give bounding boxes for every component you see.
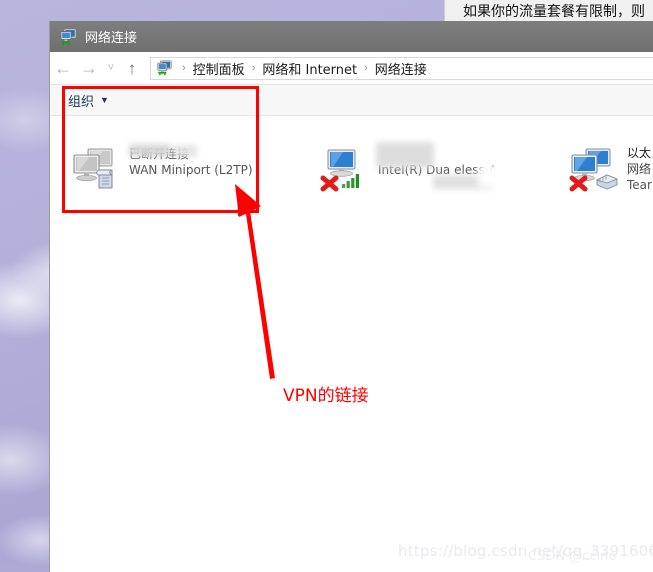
list-item[interactable]: 已断开连接 WAN Miniport (L2TP) <box>69 144 253 192</box>
background-window-strip[interactable]: 如果你的流量套餐有限制，则 <box>444 0 653 22</box>
connection-name: 以太 <box>627 146 652 160</box>
chevron-down-icon: ▼ <box>100 94 109 105</box>
connection-status: 网络 <box>627 162 652 176</box>
vpn-disconnected-icon <box>69 144 125 192</box>
breadcrumb-separator-2: › <box>364 62 368 74</box>
watermark-author: CSDN @ccino <box>528 549 617 564</box>
organize-label: 组织 <box>68 94 95 110</box>
redaction-blur <box>129 144 171 157</box>
network-connections-window[interactable]: 网络连接 ← → ˅ ↑ › 控制面板 › 网络和 Internet › 网络连… <box>49 21 653 572</box>
breadcrumb-item-network-internet[interactable]: 网络和 Internet <box>262 59 357 78</box>
breadcrumb-separator-1: › <box>251 62 256 74</box>
address-bar[interactable]: › 控制面板 › 网络和 Internet › 网络连接 <box>150 56 653 80</box>
address-bar-network-icon <box>157 60 173 76</box>
forward-icon[interactable]: → <box>76 59 102 77</box>
window-titlebar[interactable]: 网络连接 <box>50 21 653 52</box>
up-icon[interactable]: ↑ <box>120 60 144 77</box>
redaction-blur <box>376 142 434 168</box>
breadcrumb-item-control-panel[interactable]: 控制面板 <box>193 59 245 78</box>
list-item[interactable]: 以太 网络 Tear <box>567 144 652 193</box>
organize-button[interactable]: 组织 ▼ <box>58 88 117 113</box>
navigation-bar: ← → ˅ ↑ › 控制面板 › 网络和 Internet › 网络连接 <box>50 52 653 85</box>
connection-device: Tear <box>627 178 652 192</box>
back-icon[interactable]: ← <box>50 59 76 77</box>
window-title: 网络连接 <box>85 31 138 46</box>
breadcrumb-separator-0: › <box>182 62 186 74</box>
network-connections-icon <box>60 28 78 46</box>
list-item[interactable]: Intel(R) Dua eless-A <box>318 142 548 192</box>
annotation-label: VPN的链接 <box>283 386 369 406</box>
connections-list: 已断开连接 WAN Miniport (L2TP) <box>50 116 653 572</box>
connection-device: WAN Miniport (L2TP) <box>129 163 253 177</box>
wifi-adapter-icon <box>318 144 374 192</box>
command-bar: 组织 ▼ <box>50 85 653 116</box>
redaction-blur <box>478 164 548 188</box>
ethernet-adapter-icon <box>567 144 623 192</box>
redaction-blur <box>173 145 197 157</box>
breadcrumb-item-network-connections[interactable]: 网络连接 <box>375 59 427 78</box>
recent-locations-icon[interactable]: ˅ <box>102 62 120 74</box>
background-window-text: 如果你的流量套餐有限制，则 <box>463 4 645 20</box>
